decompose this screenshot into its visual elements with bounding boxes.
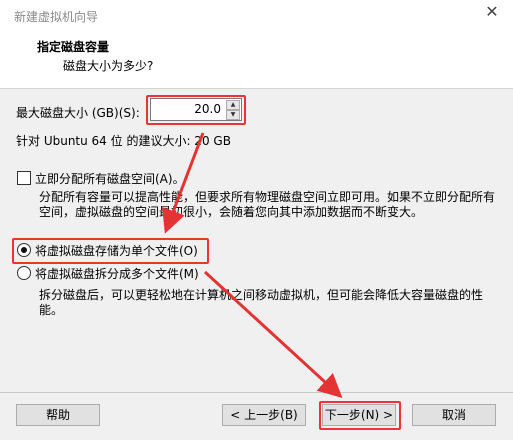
new-vm-wizard-dialog: 新建虚拟机向导 ✕ 指定磁盘容量 磁盘大小为多少? 最大磁盘大小 (GB)(S)… — [0, 0, 513, 440]
arrow-to-next-button — [203, 270, 343, 399]
annotation-arrows — [162, 132, 343, 399]
arrow-to-single-file — [162, 132, 205, 234]
